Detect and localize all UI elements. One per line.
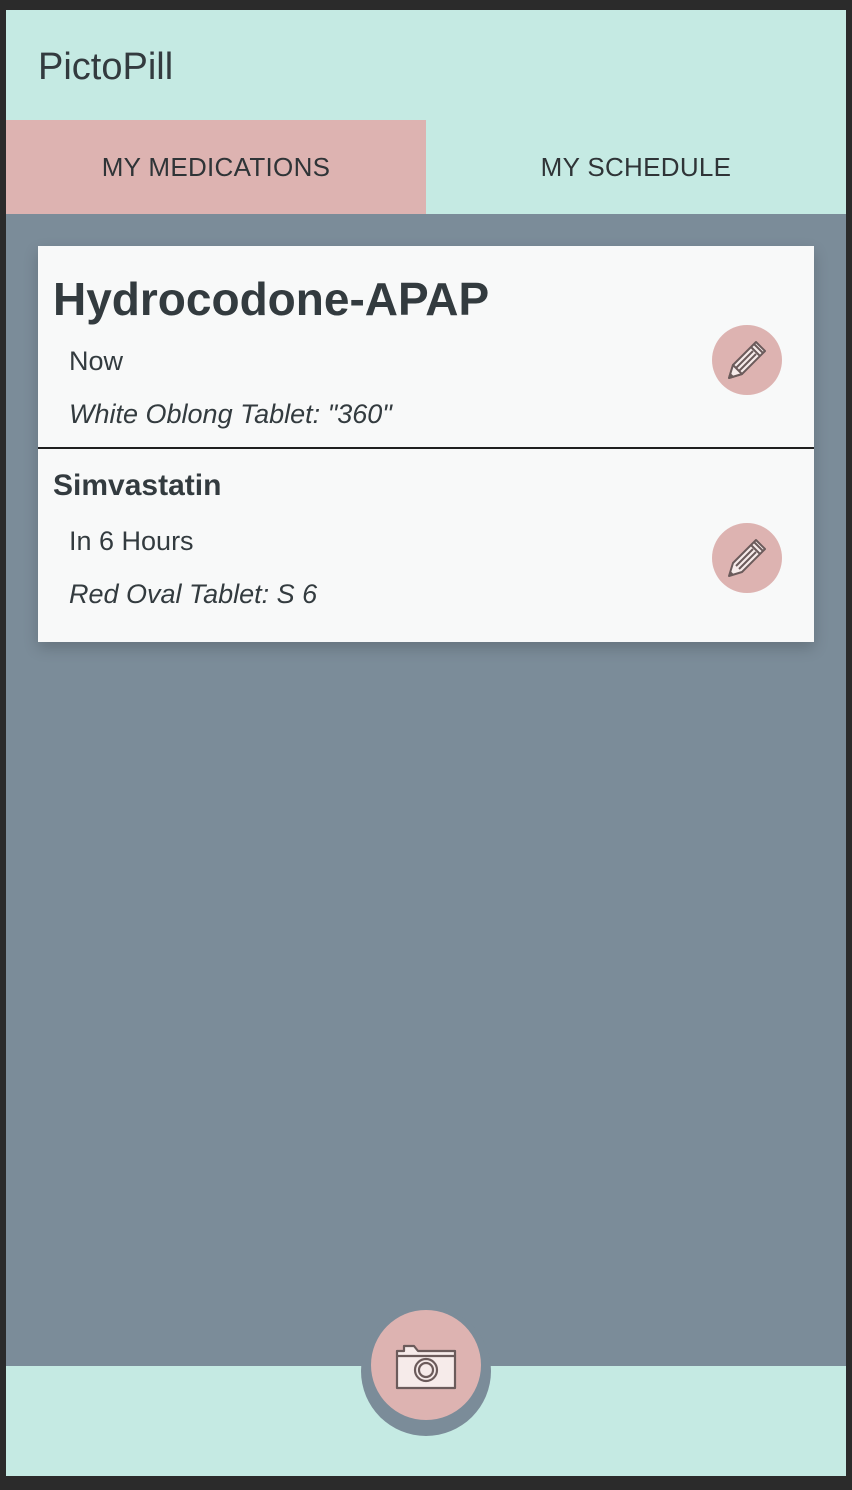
medication-name: Hydrocodone-APAP <box>53 273 490 325</box>
edit-medication-button[interactable] <box>712 523 782 593</box>
pencil-icon <box>728 341 766 379</box>
tab-bar: MY MEDICATIONS MY SCHEDULE <box>6 120 846 214</box>
camera-icon <box>395 1344 457 1390</box>
tab-my-medications[interactable]: MY MEDICATIONS <box>6 120 426 214</box>
medication-name: Simvastatin <box>53 469 222 502</box>
medication-item[interactable]: Simvastatin In 6 Hours Red Oval Tablet: … <box>38 449 814 642</box>
medication-list: Hydrocodone-APAP Now White Oblong Tablet… <box>38 246 814 642</box>
edit-medication-button[interactable] <box>712 325 782 395</box>
app-bar: PictoPill <box>6 10 846 120</box>
camera-button[interactable] <box>371 1310 481 1420</box>
app-title: PictoPill <box>38 46 174 88</box>
medication-time: In 6 Hours <box>69 526 194 556</box>
medication-description: White Oblong Tablet: "360" <box>69 399 392 429</box>
medication-time: Now <box>69 346 124 376</box>
medication-item[interactable]: Hydrocodone-APAP Now White Oblong Tablet… <box>38 246 814 449</box>
medication-description: Red Oval Tablet: S 6 <box>69 579 318 609</box>
app-screen: PictoPill MY MEDICATIONS MY SCHEDULE Hyd… <box>6 10 846 1476</box>
tab-my-schedule[interactable]: MY SCHEDULE <box>426 120 846 214</box>
pencil-icon <box>728 539 766 577</box>
